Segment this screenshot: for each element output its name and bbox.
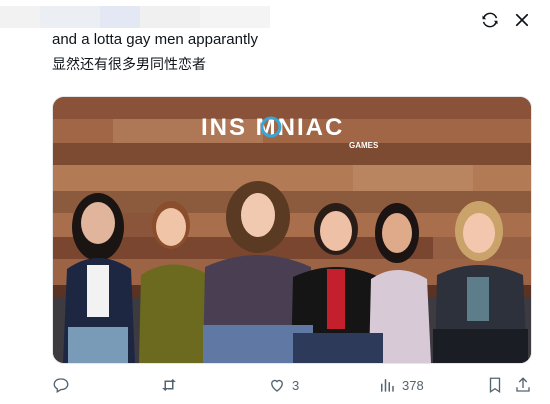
retweet-icon	[162, 379, 176, 391]
refresh-icon[interactable]	[480, 10, 500, 30]
post-photo[interactable]: INS MNIAC GAMES	[52, 96, 532, 364]
photo-scene: INS MNIAC GAMES	[53, 97, 531, 363]
share-button[interactable]	[514, 374, 532, 396]
top-controls	[480, 10, 532, 30]
share-icon	[516, 377, 530, 392]
like-icon	[271, 379, 283, 392]
like-button[interactable]: 3	[268, 374, 299, 396]
retweet-button[interactable]	[160, 374, 184, 396]
like-count: 3	[292, 377, 300, 393]
views-icon	[381, 379, 394, 392]
views-button[interactable]: 378	[378, 374, 424, 396]
post-text-english: and a lotta gay men apparantly	[52, 31, 258, 48]
bookmark-icon	[489, 377, 501, 394]
close-icon[interactable]	[512, 10, 532, 30]
logo-sub-text: GAMES	[349, 141, 379, 150]
post-text-chinese: 显然还有很多男同性恋者	[52, 57, 206, 73]
reply-icon	[53, 378, 69, 393]
action-bar: 3 378	[52, 374, 532, 396]
blurred-header	[0, 0, 300, 30]
bookmark-button[interactable]	[486, 374, 504, 396]
reply-button[interactable]	[52, 374, 76, 396]
views-count: 378	[402, 377, 424, 393]
